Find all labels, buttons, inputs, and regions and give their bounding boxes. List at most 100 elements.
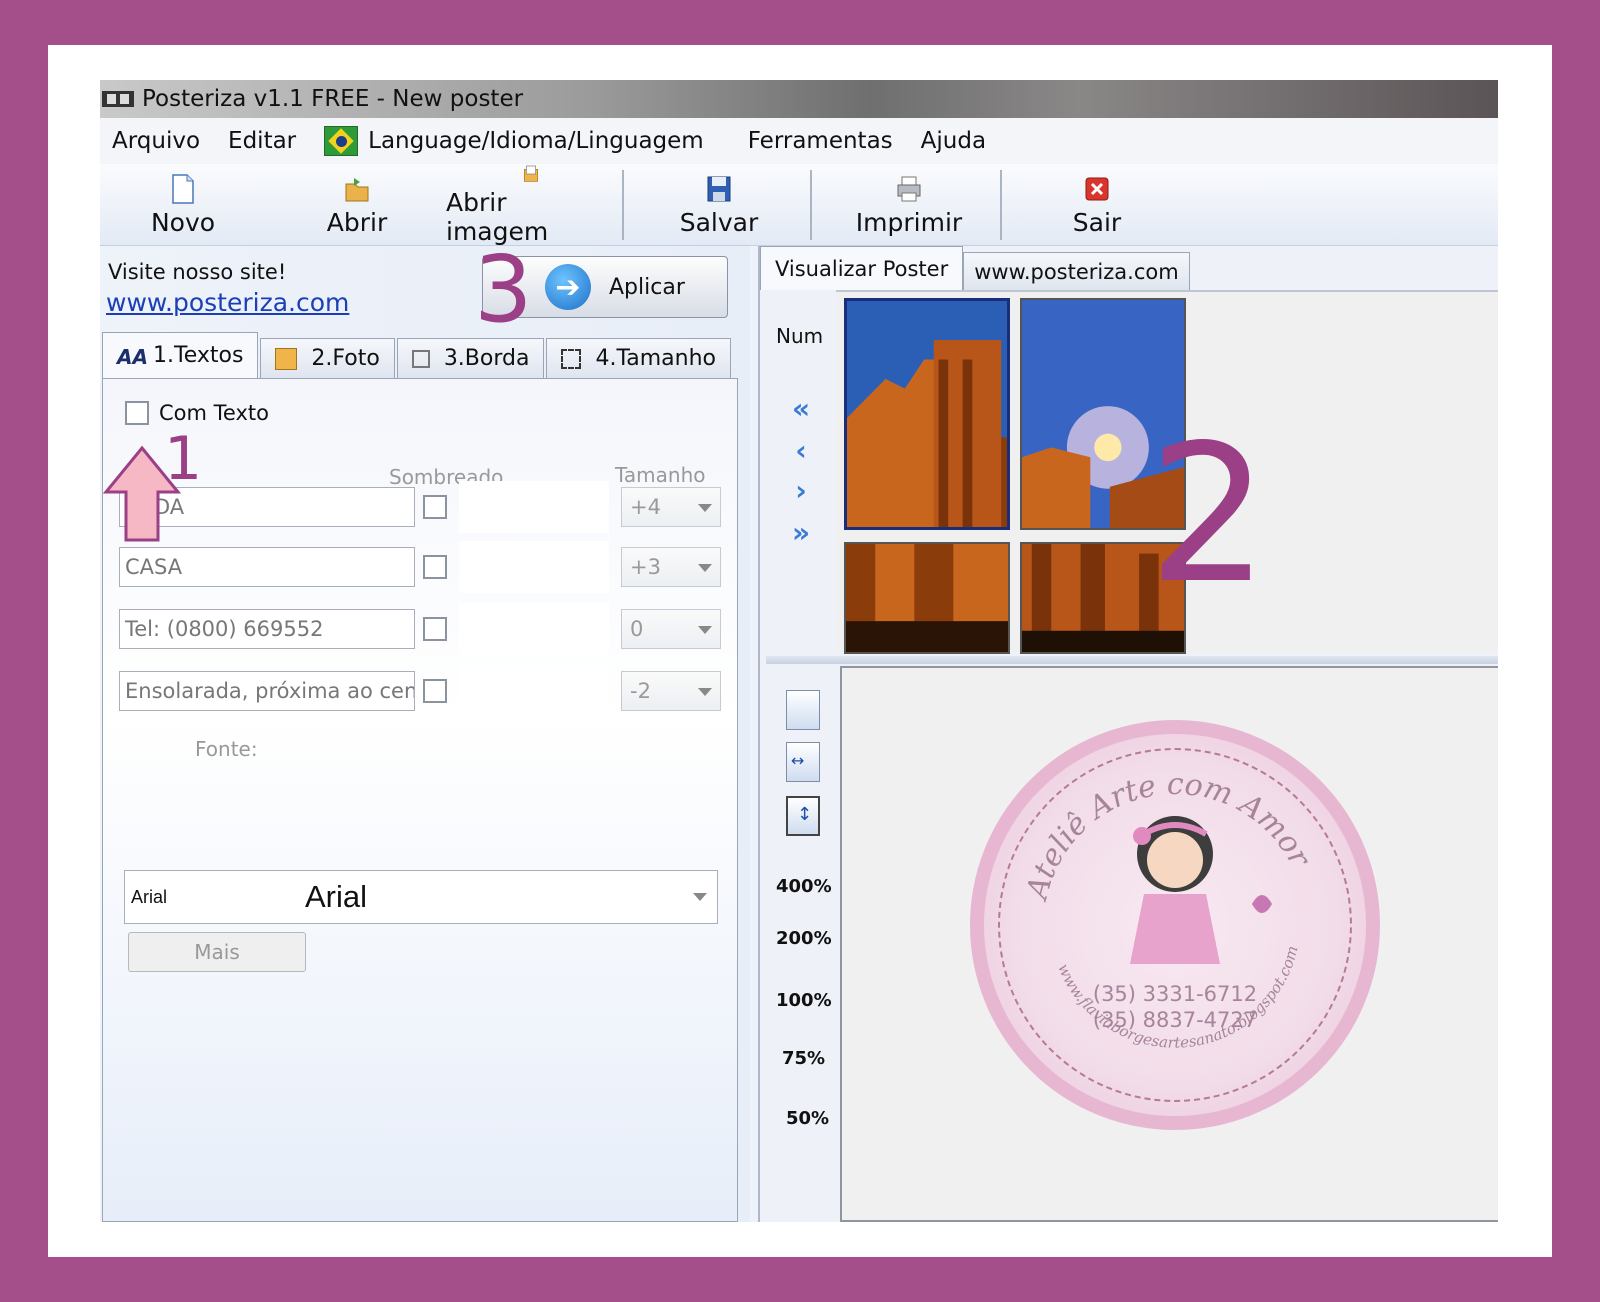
fonte-label: Fonte: <box>195 737 258 761</box>
brazil-flag-icon <box>324 126 359 156</box>
text-line-3-value: Tel: (0800) 669552 <box>125 617 324 641</box>
abrir-button[interactable]: Abrir <box>314 164 400 246</box>
sair-label: Sair <box>1072 207 1122 237</box>
tab-website[interactable]: www.posteriza.com <box>963 252 1190 290</box>
sair-button[interactable]: Sair <box>1052 164 1142 246</box>
menu-ajuda[interactable]: Ajuda <box>921 128 986 154</box>
menu-language-label: Language/Idioma/Linguagem <box>368 128 704 154</box>
new-document-icon <box>172 173 194 204</box>
fit-page-button[interactable] <box>786 690 820 730</box>
chevron-down-icon <box>698 626 712 634</box>
poster-tile-3[interactable] <box>844 542 1010 654</box>
fit-height-button[interactable]: ↕ <box>786 796 820 836</box>
tab-foto[interactable]: 2.Foto <box>260 338 395 378</box>
open-folder-icon <box>345 177 369 201</box>
text-line-4-input[interactable]: Ensolarada, próxima ao centr <box>119 671 415 711</box>
textos-panel: Com Texto Sombreado Tamanho ENDA +4 CASA… <box>102 378 738 1222</box>
tamanho-header: Tamanho <box>615 463 706 487</box>
abrir-label: Abrir <box>326 207 388 237</box>
tab-textos[interactable]: AA 1.Textos <box>102 332 259 378</box>
num-label: Num <box>776 324 824 348</box>
window-title: Posteriza v1.1 FREE - New poster <box>142 86 524 112</box>
menu-editar[interactable]: Editar <box>228 128 296 154</box>
color-4-box[interactable] <box>459 665 609 717</box>
chevron-down-icon <box>698 504 712 512</box>
open-image-icon <box>524 165 538 182</box>
menu-language[interactable]: Language/Idioma/Linguagem <box>324 126 704 156</box>
size-2-value: +3 <box>630 555 661 579</box>
zoom-75[interactable]: 75% <box>782 1048 825 1069</box>
shadow-3-checkbox[interactable] <box>423 617 447 641</box>
color-2-box[interactable] <box>459 541 609 593</box>
castle-image <box>846 544 1008 652</box>
zoom-400[interactable]: 400% <box>776 876 832 897</box>
fit-width-button[interactable]: ↔ <box>786 742 820 782</box>
menu-ferramentas[interactable]: Ferramentas <box>748 128 893 154</box>
annotation-2: 2 <box>1148 404 1269 625</box>
color-3-box[interactable] <box>459 603 609 655</box>
tab-visualizar-poster[interactable]: Visualizar Poster <box>760 246 964 290</box>
annotation-3: 3 <box>474 236 533 343</box>
chevron-down-icon <box>693 893 707 901</box>
previous-page-icon[interactable]: ‹ <box>784 437 818 465</box>
imprimir-button[interactable]: Imprimir <box>854 164 964 246</box>
left-panel: Visite nosso site! www.posteriza.com ➔ A… <box>100 246 750 1222</box>
size-3-value: 0 <box>630 617 644 641</box>
doll-dress-icon <box>1130 894 1220 964</box>
zoom-50[interactable]: 50% <box>786 1108 829 1129</box>
novo-button[interactable]: Novo <box>140 164 226 246</box>
tab-tamanho[interactable]: 4.Tamanho <box>546 338 731 378</box>
zoom-200[interactable]: 200% <box>776 928 832 949</box>
next-page-icon[interactable]: › <box>784 477 818 505</box>
close-icon <box>1085 177 1109 200</box>
shadow-1-checkbox[interactable] <box>423 495 447 519</box>
size-1-value: +4 <box>630 495 661 519</box>
toolbar: Novo Abrir Abrir imagem Salvar Imprimir … <box>100 164 1498 246</box>
printer-icon <box>897 176 921 201</box>
font-small-preview: Arial <box>131 887 168 907</box>
size-4-select[interactable]: -2 <box>621 671 721 711</box>
photo-icon <box>275 347 298 370</box>
app-window: Posteriza v1.1 FREE - New poster Arquivo… <box>100 80 1498 1222</box>
splitter[interactable] <box>766 656 1498 664</box>
salvar-button[interactable]: Salvar <box>674 164 764 246</box>
resize-icon <box>561 348 582 369</box>
com-texto-checkbox[interactable] <box>125 401 149 425</box>
app-film-icon <box>100 89 136 109</box>
novo-label: Novo <box>150 207 216 237</box>
last-page-icon[interactable]: » <box>784 519 818 547</box>
menu-arquivo[interactable]: Arquivo <box>112 128 200 154</box>
doll-face-icon <box>1147 832 1203 888</box>
tab-foto-label: 2.Foto <box>311 346 380 371</box>
com-texto-label: Com Texto <box>159 401 269 425</box>
title-bar: Posteriza v1.1 FREE - New poster <box>100 80 1498 118</box>
color-1-box[interactable] <box>459 481 609 533</box>
size-4-value: -2 <box>630 679 651 703</box>
save-disk-icon <box>707 176 731 201</box>
preview-tabs: Visualizar Poster www.posteriza.com <box>760 246 1190 290</box>
shadow-4-checkbox[interactable] <box>423 679 447 703</box>
size-2-select[interactable]: +3 <box>621 547 721 587</box>
text-line-4-value: Ensolarada, próxima ao centr <box>125 679 415 703</box>
size-3-select[interactable]: 0 <box>621 609 721 649</box>
salvar-label: Salvar <box>679 207 759 237</box>
first-page-icon[interactable]: « <box>784 395 818 423</box>
tab-tamanho-label: 4.Tamanho <box>595 346 716 371</box>
text-line-3-input[interactable]: Tel: (0800) 669552 <box>119 609 415 649</box>
mais-button[interactable]: Mais <box>128 932 306 972</box>
imprimir-label: Imprimir <box>855 207 963 237</box>
zoom-100[interactable]: 100% <box>776 990 832 1011</box>
abrir-imagem-button[interactable]: Abrir imagem <box>446 164 616 246</box>
toolbar-separator <box>810 170 812 240</box>
text-line-2-input[interactable]: CASA <box>119 547 415 587</box>
size-1-select[interactable]: +4 <box>621 487 721 527</box>
toolbar-separator <box>1000 170 1002 240</box>
website-link[interactable]: www.posteriza.com <box>106 288 349 317</box>
tab-borda[interactable]: 3.Borda <box>396 338 545 378</box>
text-line-2-value: CASA <box>125 555 183 579</box>
shadow-2-checkbox[interactable] <box>423 555 447 579</box>
castle-image <box>847 301 1007 527</box>
font-select[interactable]: Arial Arial <box>124 870 718 924</box>
watermark-stamp: Ateliê Arte com Amor www.flaviaborgesart… <box>970 720 1380 1130</box>
poster-tile-1[interactable] <box>844 298 1010 530</box>
